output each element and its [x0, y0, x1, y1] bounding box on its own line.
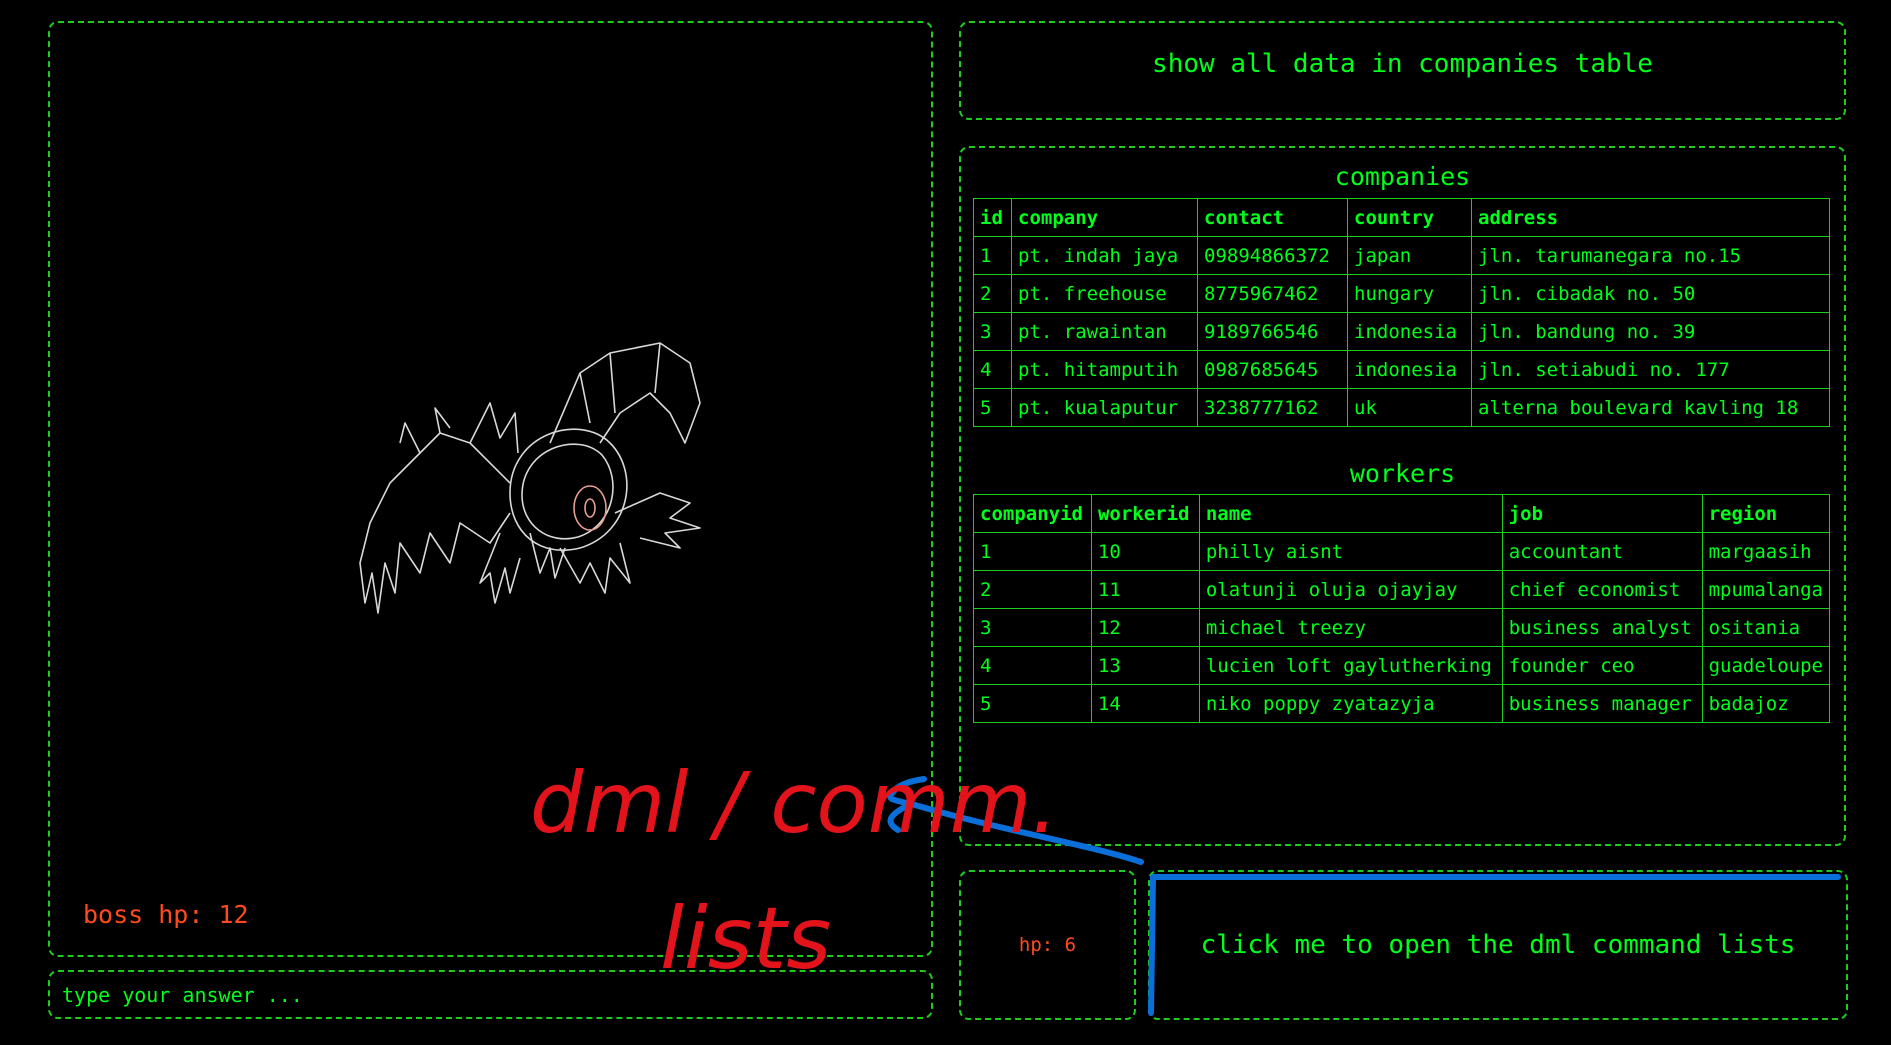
- table-row: 3 12 michael treezy business analyst osi…: [973, 608, 1831, 647]
- table-cell: jln. tarumanegara no.15: [1471, 236, 1830, 275]
- boss-monster-sprite: [359, 342, 701, 614]
- table-cell: 3238777162: [1197, 388, 1348, 427]
- answer-panel: [48, 970, 933, 1019]
- table-cell: founder ceo: [1501, 646, 1703, 685]
- dml-button-label: click me to open the dml command lists: [1200, 930, 1796, 960]
- table-cell: 11: [1090, 570, 1200, 609]
- table-cell: 2: [973, 274, 1012, 313]
- table-row: 1 pt. indah jaya 09894866372 japan jln. …: [973, 236, 1830, 275]
- table-cell: alterna boulevard kavling 18: [1471, 388, 1830, 427]
- column-header: contact: [1197, 198, 1348, 237]
- table-cell: hungary: [1347, 274, 1472, 313]
- column-header: region: [1701, 494, 1831, 533]
- table-cell: 10: [1090, 532, 1200, 571]
- table-cell: chief economist: [1501, 570, 1703, 609]
- table-row: 2 11 olatunji oluja ojayjay chief econom…: [973, 570, 1831, 609]
- table-cell: business analyst: [1501, 608, 1703, 647]
- table-cell: ositania: [1701, 608, 1831, 647]
- boss-hp-label: boss hp: 12: [83, 900, 249, 929]
- table-cell: business manager: [1501, 684, 1703, 723]
- column-header: company: [1011, 198, 1198, 237]
- table-cell: pt. freehouse: [1011, 274, 1198, 313]
- workers-table: companyid workerid name job region 1 10 …: [973, 494, 1831, 723]
- table-cell: 12: [1090, 608, 1200, 647]
- workers-table-title: workers: [1349, 459, 1456, 488]
- table-cell: pt. rawaintan: [1011, 312, 1198, 351]
- player-hp-label: hp: 6: [1018, 934, 1077, 956]
- table-cell: mpumalanga: [1701, 570, 1831, 609]
- table-cell: pt. indah jaya: [1011, 236, 1198, 275]
- table-row: 2 pt. freehouse 8775967462 hungary jln. …: [973, 274, 1830, 313]
- tables-panel: companies id company contact country add…: [959, 146, 1846, 846]
- question-panel: show all data in companies table: [959, 21, 1846, 120]
- table-cell: 13: [1090, 646, 1200, 685]
- table-cell: indonesia: [1347, 312, 1472, 351]
- table-cell: margaasih: [1701, 532, 1831, 571]
- table-cell: 1: [973, 532, 1092, 571]
- column-header: name: [1198, 494, 1503, 533]
- table-cell: accountant: [1501, 532, 1703, 571]
- table-cell: 1: [973, 236, 1012, 275]
- table-cell: philly aisnt: [1198, 532, 1503, 571]
- table-cell: 09894866372: [1197, 236, 1348, 275]
- table-cell: lucien loft gaylutherking: [1198, 646, 1503, 685]
- column-header: address: [1471, 198, 1830, 237]
- table-header-row: id company contact country address: [973, 198, 1830, 237]
- table-header-row: companyid workerid name job region: [973, 494, 1831, 533]
- table-row: 1 10 philly aisnt accountant margaasih: [973, 532, 1831, 571]
- table-cell: japan: [1347, 236, 1472, 275]
- table-cell: niko poppy zyatazyja: [1198, 684, 1503, 723]
- answer-input[interactable]: [60, 978, 924, 1012]
- table-row: 3 pt. rawaintan 9189766546 indonesia jln…: [973, 312, 1830, 351]
- table-cell: indonesia: [1347, 350, 1472, 389]
- table-cell: 5: [973, 684, 1092, 723]
- table-cell: pt. hitamputih: [1011, 350, 1198, 389]
- table-row: 4 13 lucien loft gaylutherking founder c…: [973, 646, 1831, 685]
- column-header: companyid: [973, 494, 1092, 533]
- table-cell: 9189766546: [1197, 312, 1348, 351]
- table-cell: guadeloupe: [1701, 646, 1831, 685]
- table-cell: jln. setiabudi no. 177: [1471, 350, 1830, 389]
- table-cell: 3: [973, 608, 1092, 647]
- table-row: 5 14 niko poppy zyatazyja business manag…: [973, 684, 1831, 723]
- table-cell: pt. kualaputur: [1011, 388, 1198, 427]
- table-cell: michael treezy: [1198, 608, 1503, 647]
- table-cell: 5: [973, 388, 1012, 427]
- column-header: workerid: [1090, 494, 1200, 533]
- table-cell: 3: [973, 312, 1012, 351]
- table-cell: 8775967462: [1197, 274, 1348, 313]
- battle-panel: boss hp: 12: [48, 21, 933, 957]
- table-cell: badajoz: [1701, 684, 1831, 723]
- table-cell: olatunji oluja ojayjay: [1198, 570, 1503, 609]
- table-cell: 4: [973, 646, 1092, 685]
- table-cell: 0987685645: [1197, 350, 1348, 389]
- column-header: job: [1501, 494, 1703, 533]
- question-text: show all data in companies table: [1152, 49, 1653, 79]
- table-cell: 14: [1090, 684, 1200, 723]
- table-row: 4 pt. hitamputih 0987685645 indonesia jl…: [973, 350, 1830, 389]
- column-header: id: [973, 198, 1012, 237]
- column-header: country: [1347, 198, 1472, 237]
- table-row: 5 pt. kualaputur 3238777162 uk alterna b…: [973, 388, 1830, 427]
- table-cell: jln. bandung no. 39: [1471, 312, 1830, 351]
- dml-command-list-button[interactable]: click me to open the dml command lists: [1148, 870, 1848, 1020]
- table-cell: uk: [1347, 388, 1472, 427]
- table-cell: jln. cibadak no. 50: [1471, 274, 1830, 313]
- companies-table: id company contact country address 1 pt.…: [973, 198, 1830, 427]
- companies-table-title: companies: [1334, 162, 1471, 191]
- table-cell: 2: [973, 570, 1092, 609]
- table-cell: 4: [973, 350, 1012, 389]
- player-hp-panel: hp: 6: [959, 870, 1136, 1020]
